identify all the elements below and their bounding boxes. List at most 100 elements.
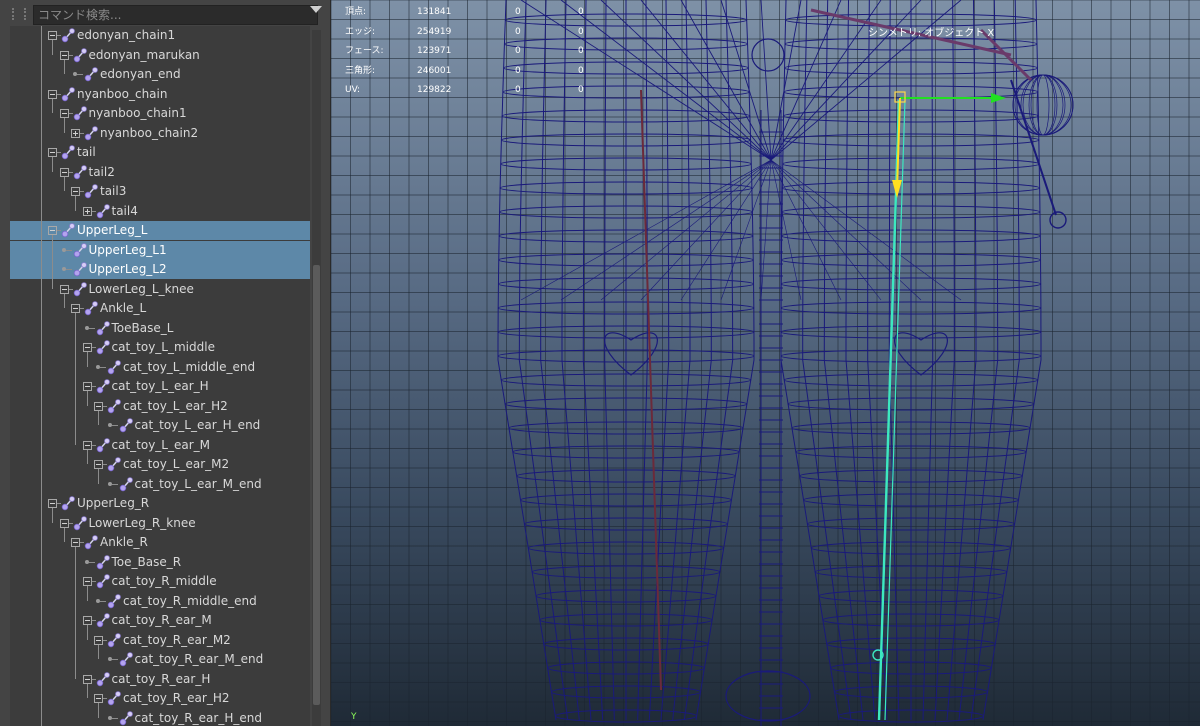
outliner-row[interactable]: cat_toy_R_ear_M	[10, 611, 310, 630]
symmetry-label: シンメトリ: オブジェクト X	[868, 28, 995, 39]
outliner-row[interactable]: cat_toy_L_ear_M_end	[10, 475, 310, 494]
collapse-toggle-icon[interactable]	[59, 167, 69, 177]
outliner-row-label: cat_toy_L_ear_M_end	[134, 476, 262, 491]
outliner-row[interactable]: edonyan_chain1	[10, 26, 310, 45]
collapse-toggle-icon[interactable]	[82, 382, 92, 391]
outliner-row-label: Ankle_R	[100, 535, 148, 549]
joint-icon	[119, 476, 133, 491]
outliner-row-label: cat_toy_R_ear_H	[111, 671, 211, 686]
joint-icon	[96, 613, 110, 628]
hud-stat-value: 123971	[417, 46, 452, 56]
collapse-toggle-icon[interactable]	[71, 538, 80, 547]
collapse-toggle-icon[interactable]	[48, 148, 57, 157]
outliner-row[interactable]: LowerLeg_R_knee	[10, 514, 310, 533]
outliner-row[interactable]: UpperLeg_L2	[10, 260, 310, 279]
outliner-row-label: UpperLeg_L2	[88, 262, 167, 276]
collapse-toggle-icon[interactable]	[59, 109, 69, 118]
tree-guide-line	[86, 352, 88, 367]
viewport-grid	[331, 0, 1200, 726]
collapse-toggle-icon[interactable]	[94, 694, 103, 703]
tree-guide-line	[98, 410, 99, 425]
collapse-toggle-icon[interactable]	[59, 50, 69, 60]
hud-stat-extra: 0	[578, 7, 584, 17]
outliner-row-label: tail2	[88, 164, 115, 179]
outliner-row-label: edonyan_end	[100, 67, 181, 81]
outliner-row[interactable]: tail4	[10, 202, 310, 221]
panel-grip-icon[interactable]	[12, 8, 26, 20]
viewport-3d[interactable]: 頂点: 131841 0 0 エッジ: 254919 0 0 フェース: 123971 0 0 三角形:…	[331, 0, 1200, 726]
joint-icon	[119, 710, 133, 725]
collapse-toggle-icon[interactable]	[71, 187, 80, 196]
joint-icon	[107, 593, 121, 608]
collapse-toggle-icon[interactable]	[94, 635, 103, 645]
outliner-tree: edonyan_chain1 edonyan_marukan edonyan_end…	[10, 26, 310, 726]
outliner-row-label: cat_toy_L_middle	[111, 340, 215, 354]
outliner-row[interactable]: ToeBase_L	[10, 319, 310, 338]
collapse-toggle-icon[interactable]	[82, 674, 92, 684]
collapse-toggle-icon[interactable]	[59, 284, 69, 294]
outliner-row[interactable]: Ankle_R	[10, 533, 310, 552]
outliner-row[interactable]: nyanboo_chain2	[10, 124, 310, 143]
collapse-toggle-icon[interactable]	[59, 518, 69, 528]
outliner-row-label: cat_toy_R_ear_H2	[123, 691, 230, 705]
outliner-row[interactable]: cat_toy_R_ear_H	[10, 670, 310, 689]
collapse-toggle-icon[interactable]	[82, 440, 92, 450]
outliner-scrollbar-thumb[interactable]	[313, 265, 320, 705]
collapse-toggle-icon[interactable]	[71, 304, 80, 313]
outliner-row[interactable]: LowerLeg_L_knee	[10, 280, 310, 299]
outliner-row[interactable]: cat_toy_L_ear_M	[10, 436, 310, 455]
outliner-row[interactable]: edonyan_end	[10, 65, 310, 84]
collapse-toggle-icon[interactable]	[48, 31, 57, 40]
outliner-row[interactable]: cat_toy_R_ear_H_end	[10, 709, 310, 726]
outliner-row[interactable]: Toe_Base_R	[10, 553, 310, 572]
joint-icon	[61, 223, 75, 238]
outliner-row[interactable]: Ankle_L	[10, 299, 310, 318]
collapse-toggle-icon[interactable]	[48, 89, 57, 99]
outliner-row[interactable]: cat_toy_L_ear_M2	[10, 455, 310, 474]
outliner-row[interactable]: cat_toy_R_ear_M2	[10, 631, 310, 650]
outliner-row-label: cat_toy_R_ear_M2	[123, 632, 231, 647]
outliner-row[interactable]: cat_toy_L_ear_H_end	[10, 416, 310, 435]
command-search-input[interactable]: コマンド検索...	[33, 5, 318, 25]
outliner-row[interactable]: UpperLeg_R	[10, 494, 310, 513]
outliner-row[interactable]: cat_toy_L_middle	[10, 338, 310, 357]
outliner-row[interactable]: tail3	[10, 182, 310, 201]
joint-icon	[107, 398, 121, 413]
joint-icon	[61, 496, 75, 511]
outliner-row[interactable]: edonyan_marukan	[10, 46, 310, 65]
outliner-row[interactable]: cat_toy_R_middle	[10, 572, 310, 591]
collapse-toggle-icon[interactable]	[48, 226, 57, 235]
collapse-toggle-icon[interactable]	[82, 577, 92, 586]
outliner-row-label: cat_toy_R_ear_M_end	[134, 652, 264, 666]
search-dropdown-arrow-icon[interactable]	[310, 6, 322, 13]
outliner-row[interactable]: UpperLeg_L1	[10, 240, 310, 260]
collapse-toggle-icon[interactable]	[82, 616, 92, 625]
outliner-row[interactable]: cat_toy_L_middle_end	[10, 358, 310, 377]
hud-stat-label: 頂点:	[345, 7, 367, 17]
outliner-row[interactable]: nyanboo_chain1	[10, 104, 310, 123]
collapse-toggle-icon[interactable]	[94, 460, 103, 469]
outliner-row[interactable]: tail2	[10, 163, 310, 182]
joint-icon	[107, 457, 121, 472]
collapse-toggle-icon[interactable]	[94, 401, 103, 411]
expand-toggle-icon[interactable]	[71, 128, 80, 138]
outliner-row[interactable]: cat_toy_L_ear_H2	[10, 397, 310, 416]
hud-stat-label: フェース:	[345, 46, 384, 56]
outliner-row[interactable]: cat_toy_R_middle_end	[10, 592, 310, 611]
collapse-toggle-icon[interactable]	[48, 499, 57, 508]
outliner-row[interactable]: UpperLeg_L	[10, 221, 310, 240]
tree-guide-line	[98, 469, 99, 484]
hud-stat-label: UV:	[345, 85, 361, 95]
heads-up-display: 頂点: 131841 0 0 エッジ: 254919 0 0 フェース: 123971 0 0 三角形:…	[331, 0, 631, 100]
outliner-row[interactable]: nyanboo_chain	[10, 85, 310, 104]
outliner-row-label: nyanboo_chain2	[100, 125, 199, 140]
collapse-toggle-icon[interactable]	[82, 343, 92, 352]
outliner-row[interactable]: cat_toy_R_ear_H2	[10, 689, 310, 708]
hud-stat-extra: 0	[578, 46, 584, 56]
joint-icon	[96, 554, 110, 569]
outliner-row[interactable]: cat_toy_R_ear_M_end	[10, 650, 310, 669]
expand-toggle-icon[interactable]	[82, 206, 92, 216]
joint-icon	[73, 262, 87, 277]
outliner-row[interactable]: cat_toy_L_ear_H	[10, 377, 310, 396]
outliner-row[interactable]: tail	[10, 143, 310, 162]
